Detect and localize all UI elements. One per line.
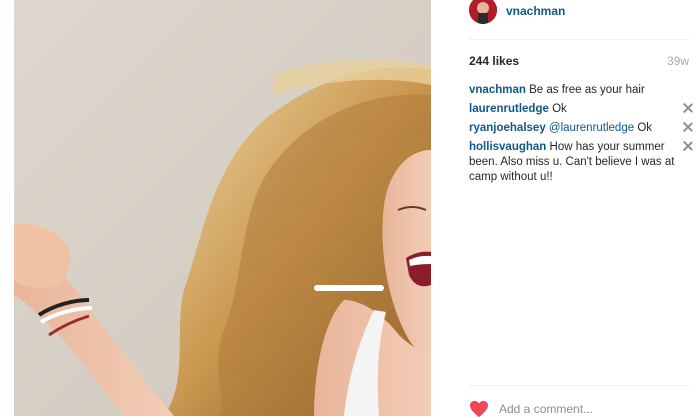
comment-username-link[interactable]: laurenrutledge [469,103,549,115]
comment-text: Be as free as your hair [529,84,645,96]
avatar-image [469,0,497,24]
comment-list: vnachman Be as free as your hair laurenr… [469,83,697,189]
comment-text: Ok [552,103,567,115]
photo-image [14,0,431,416]
comment-item: laurenrutledge Ok [469,102,697,117]
close-icon[interactable] [683,103,693,113]
comment-text: Ok [637,122,653,134]
comment-item: vnachman Be as free as your hair [469,83,697,98]
comment-username-link[interactable]: ryanjoehalsey [469,122,546,134]
likes-count[interactable]: 244 likes [469,54,519,68]
avatar[interactable] [469,0,497,24]
close-icon[interactable] [683,141,693,151]
comment-input[interactable] [499,401,689,417]
comment-item: hollisvaughan How has your summer been. … [469,140,697,185]
comment-composer [469,398,695,418]
comment-username-link[interactable]: hollisvaughan [469,141,546,153]
post-username-link[interactable]: vnachman [506,4,565,18]
comment-item: ryanjoehalsey @laurenrutledge Ok [469,121,697,136]
comment-mention-link[interactable]: @laurenrutledge [549,122,634,134]
post-header: vnachman [431,0,700,38]
comment-username-link[interactable]: vnachman [469,84,526,96]
header-divider [469,39,689,40]
close-icon[interactable] [683,122,693,132]
post-age[interactable]: 39w [667,54,689,68]
heart-icon[interactable] [469,400,489,418]
post-photo[interactable] [14,0,431,416]
footer-divider [469,385,689,386]
post-sidebar: vnachman 244 likes 39w vnachman Be as fr… [431,0,700,418]
